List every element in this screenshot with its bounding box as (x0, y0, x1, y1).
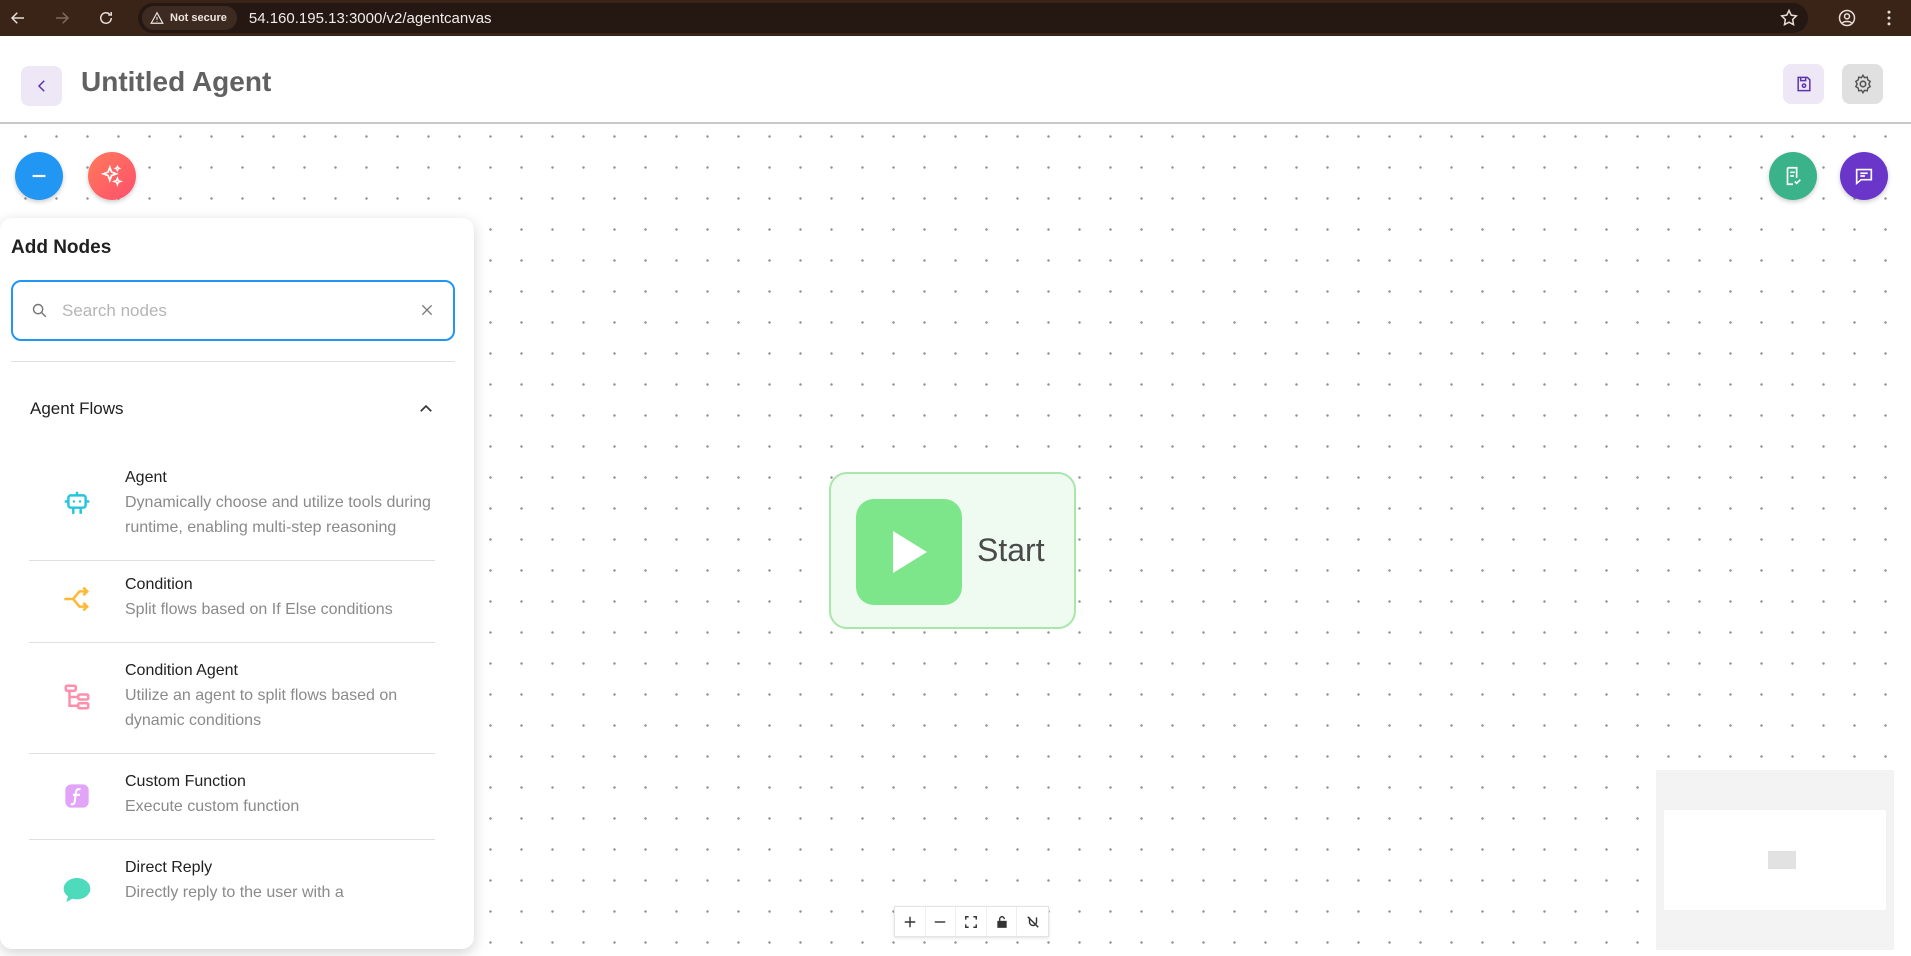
chevron-left-icon (37, 80, 45, 92)
node-description: Split flows based on If Else conditions (125, 601, 393, 618)
validate-flow-button[interactable] (1769, 152, 1817, 200)
url-text: 54.160.195.13:3000/v2/agentcanvas (248, 9, 492, 27)
node-name: Custom Function (125, 773, 246, 790)
checklist-icon (1786, 166, 1801, 186)
browser-menu-icon[interactable] (1879, 8, 1899, 33)
node-description: Directly reply to the user with a (125, 884, 344, 901)
warning-icon (150, 11, 164, 24)
node-item-agent[interactable]: Agent Dynamically choose and utilize too… (29, 462, 435, 561)
plus-icon (904, 916, 916, 927)
node-description: Dynamically choose and utilize tools dur… (125, 494, 431, 536)
subtask-icon (29, 661, 125, 733)
reload-icon (100, 12, 112, 24)
security-indicator[interactable]: Not secure (142, 6, 237, 30)
chat-icon (1855, 168, 1873, 186)
minimap-node (1768, 851, 1796, 869)
sparkles-icon (100, 164, 123, 187)
browser-toolbar: Not secure 54.160.195.13:3000/v2/agentca… (0, 0, 1911, 36)
security-label: Not secure (170, 12, 227, 24)
minus-icon (32, 174, 46, 178)
arrow-left-icon (10, 12, 24, 24)
node-item-condition[interactable]: Condition Split flows based on If Else c… (29, 561, 435, 643)
start-node-label: Start (977, 532, 1045, 568)
zoom-out-button[interactable] (926, 907, 957, 936)
arrow-right-icon (56, 12, 70, 24)
bookmark-star-icon[interactable] (1779, 8, 1799, 33)
play-icon (856, 499, 962, 605)
back-button[interactable] (21, 66, 62, 106)
node-item-direct-reply[interactable]: Direct Reply Directly reply to the user … (29, 840, 435, 925)
fit-view-button[interactable] (956, 907, 987, 936)
generate-flow-button[interactable] (88, 152, 136, 200)
node-item-custom-function[interactable]: Custom Function Execute custom function (29, 754, 435, 840)
zoom-in-button[interactable] (895, 907, 926, 936)
node-name: Agent (125, 469, 167, 486)
node-description: Utilize an agent to split flows based on… (125, 687, 398, 729)
toggle-snap-button[interactable] (1017, 907, 1048, 936)
robot-icon (29, 468, 125, 540)
canvas-controls (894, 906, 1049, 937)
browser-back-button[interactable] (1, 1, 35, 35)
node-item-condition-agent[interactable]: Condition Agent Utilize an agent to spli… (29, 643, 435, 754)
address-bar[interactable]: Not secure 54.160.195.13:3000/v2/agentca… (138, 3, 1808, 33)
search-input[interactable] (62, 300, 402, 321)
divider (11, 361, 455, 362)
panel-title: Add Nodes (11, 237, 112, 258)
close-icon[interactable] (419, 302, 435, 318)
gear-icon (1854, 73, 1871, 95)
minus-icon (935, 920, 946, 923)
section-agent-flows[interactable]: Agent Flows (30, 397, 435, 421)
lock-icon (996, 915, 1007, 928)
message-icon (29, 858, 125, 905)
add-nodes-panel: Add Nodes Agent Flows Agent Dynamically … (0, 218, 474, 949)
browser-forward-button[interactable] (45, 1, 79, 35)
save-button[interactable] (1783, 64, 1824, 104)
node-list: Agent Dynamically choose and utilize too… (29, 462, 435, 925)
search-box[interactable] (11, 280, 455, 341)
split-icon (29, 575, 125, 622)
minimap[interactable] (1656, 770, 1894, 950)
minimap-viewport (1664, 810, 1886, 910)
browser-reload-button[interactable] (89, 1, 123, 35)
app-header: Untitled Agent (0, 36, 1911, 124)
save-icon (1796, 76, 1811, 92)
node-name: Direct Reply (125, 859, 213, 876)
start-node[interactable]: Start (829, 472, 1076, 629)
lock-button[interactable] (987, 907, 1018, 936)
settings-button[interactable] (1842, 64, 1883, 104)
node-name: Condition Agent (125, 662, 238, 679)
chevron-up-icon[interactable] (417, 400, 435, 418)
collapse-nodes-button[interactable] (15, 152, 63, 200)
magnet-off-icon (1026, 915, 1039, 928)
node-name: Condition (125, 576, 193, 593)
chat-button[interactable] (1840, 152, 1888, 200)
profile-icon[interactable] (1837, 8, 1857, 33)
node-description: Execute custom function (125, 798, 300, 815)
page-title: Untitled Agent (81, 66, 272, 97)
search-icon (31, 302, 48, 319)
fullscreen-icon (965, 915, 977, 928)
section-title: Agent Flows (30, 399, 124, 418)
function-icon (29, 772, 125, 819)
